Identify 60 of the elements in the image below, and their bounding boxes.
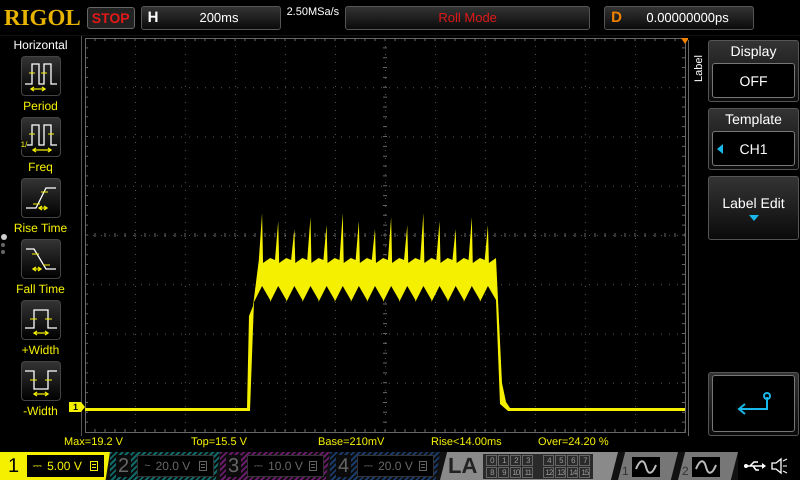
bandwidth-icon <box>90 461 98 471</box>
channel-number: 4 <box>336 455 352 477</box>
measurement-value: Rise<14.00ms <box>431 436 503 450</box>
channel-tab[interactable]: 3 ⎓ 10.0 V <box>220 452 330 480</box>
channel-tab[interactable]: 2 ~ 20.0 V <box>110 452 220 480</box>
channel-bit: 3 <box>522 454 534 466</box>
sine-wave-icon <box>690 456 721 478</box>
timebase-field[interactable]: H 200ms <box>140 6 281 30</box>
channel-bit: 12 <box>543 466 554 478</box>
measurement-value: Over=24.20 % <box>538 436 610 450</box>
channel-scale: ~ 20.0 V <box>137 455 214 477</box>
channel-tab[interactable]: 1 ⎓ 5.00 V <box>0 452 110 480</box>
mode-field: Roll Mode <box>345 6 590 30</box>
trigger-position-icon <box>681 38 688 44</box>
page-dot[interactable] <box>1 243 5 247</box>
brand-logo: RIGOL <box>4 4 81 30</box>
channel-scale: ⎓ 5.00 V <box>27 455 104 477</box>
panel-title: Horizontal <box>13 38 68 52</box>
channel-bit: 2 <box>510 454 522 466</box>
down-arrow-icon <box>748 214 758 221</box>
channel-bit: 8 <box>486 466 498 478</box>
delay-field[interactable]: D 0.00000000ps <box>604 6 754 30</box>
sine-wave-icon <box>630 456 661 478</box>
measurement-value: Base=210mV <box>318 436 386 450</box>
bandwidth-icon <box>199 461 207 471</box>
channel-bit: 15 <box>579 466 590 478</box>
page-dot[interactable] <box>1 250 5 254</box>
channel-scale: ⎓ 10.0 V <box>247 455 324 477</box>
bandwidth-icon <box>419 461 427 471</box>
left-arrow-icon <box>717 144 723 154</box>
channel-tab[interactable]: 4 ⎓ 20.0 V <box>330 452 440 480</box>
channel-number: 3 <box>226 455 242 477</box>
logic-analyzer-tab[interactable]: LA 0 1 2 3 4 5 6 7 8 9 10 11 12 13 14 15 <box>440 452 618 480</box>
channel-bit: 1 <box>498 454 510 466</box>
channel-bit: 5 <box>555 454 566 466</box>
channel-bit: 14 <box>567 466 578 478</box>
channel-bit: 13 <box>555 466 566 478</box>
channel-number: 1 <box>7 455 20 477</box>
sample-rate: 2.50MSa/s <box>286 6 340 18</box>
channel-bit: 11 <box>522 466 534 478</box>
measurement-value: Max=19.2 V <box>64 436 124 450</box>
bandwidth-icon <box>309 461 317 471</box>
display-menu-button[interactable]: Display OFF <box>708 40 799 102</box>
channel-bit: 7 <box>579 454 590 466</box>
label-edit-menu-button[interactable]: Label Edit <box>708 176 799 240</box>
back-menu-button[interactable] <box>708 372 799 436</box>
fraction-label: 1/ <box>20 140 28 148</box>
channel-bit: 6 <box>567 454 578 466</box>
page-dot[interactable] <box>1 234 7 240</box>
menu-tab[interactable]: Label <box>692 48 704 82</box>
template-menu-button[interactable]: Template CH1 <box>708 108 799 170</box>
channel-bit: 10 <box>510 466 522 478</box>
usb-icon <box>744 460 766 472</box>
channel-scale: ⎓ 20.0 V <box>357 455 434 477</box>
channel-bit: 4 <box>543 454 554 466</box>
channel-bit: 9 <box>498 466 510 478</box>
channel-bit: 0 <box>486 454 498 466</box>
measurement-value: Top=15.5 V <box>191 436 248 450</box>
channel-number: 2 <box>116 455 132 477</box>
channel-marker: 1 <box>69 402 85 412</box>
